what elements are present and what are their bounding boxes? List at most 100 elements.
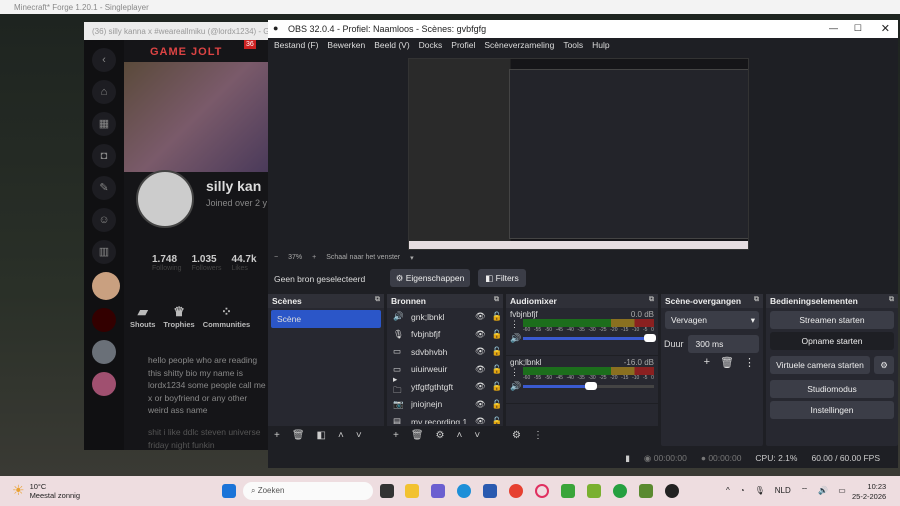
chrome-icon[interactable]	[509, 484, 523, 498]
teams-icon[interactable]	[431, 484, 445, 498]
chat-icon[interactable]: ☺	[92, 208, 116, 232]
home-icon[interactable]: ⌂	[92, 80, 116, 104]
gamejolt-icon[interactable]	[587, 484, 601, 498]
chevron-down-icon[interactable]: ▾	[410, 254, 414, 262]
float-icon[interactable]: ⧉	[494, 296, 499, 304]
scale-mode-select[interactable]: Schaal naar het venster	[326, 254, 400, 262]
edge-icon[interactable]	[457, 484, 471, 498]
scene-item[interactable]: Scène	[271, 310, 381, 328]
store-icon[interactable]	[483, 484, 497, 498]
more-icon[interactable]: ⋮	[533, 430, 543, 442]
virtual-camera-settings-icon[interactable]: ⚙	[874, 356, 894, 374]
trash-icon[interactable]: 🗑	[720, 356, 734, 369]
file-explorer-icon[interactable]	[405, 484, 419, 498]
tab-trophies[interactable]: ♛ Trophies	[163, 304, 194, 329]
eye-icon[interactable]: 👁	[475, 364, 486, 375]
lock-icon[interactable]: 🔓	[492, 381, 503, 392]
lock-icon[interactable]: 🔓	[492, 311, 503, 322]
chevron-up-icon[interactable]: ˄	[338, 430, 344, 442]
battery-icon[interactable]: ▭	[838, 486, 846, 496]
language-indicator[interactable]: NLD	[775, 486, 791, 496]
eye-icon[interactable]: 👁	[475, 416, 486, 424]
zoom-in-button[interactable]: +	[312, 254, 316, 262]
library-icon[interactable]: ▥	[92, 240, 116, 264]
community-avatar[interactable]	[92, 308, 116, 332]
lock-icon[interactable]: 🔓	[492, 416, 503, 424]
start-recording-button[interactable]: Opname starten	[770, 332, 894, 350]
stat-likes[interactable]: 44.7k Likes	[232, 254, 257, 272]
speaker-icon[interactable]: 🔊	[510, 381, 521, 392]
filters-button[interactable]: ◧ Filters	[478, 269, 526, 287]
add-icon[interactable]: +	[274, 430, 280, 442]
gamejolt-logo[interactable]: GAME JOLT	[150, 46, 222, 58]
advanced-audio-icon[interactable]: ⚙	[512, 430, 521, 442]
add-icon[interactable]: +	[704, 356, 710, 369]
back-icon[interactable]: ‹	[92, 48, 116, 72]
clock[interactable]: 10:23 25-2-2026	[852, 482, 886, 502]
eye-icon[interactable]: 👁	[475, 311, 486, 322]
stat-following[interactable]: 1.748 Following	[152, 254, 182, 272]
source-item[interactable]: 🎙 fvbjnbfjf 👁 🔓	[387, 326, 503, 344]
volume-icon[interactable]: 🔊	[818, 486, 828, 496]
speaker-icon[interactable]: 🔊	[510, 333, 521, 344]
eye-icon[interactable]: 👁	[475, 399, 486, 410]
transition-select[interactable]: Vervagen ▾	[665, 311, 759, 329]
properties-button[interactable]: ⚙ Eigenschappen	[390, 269, 470, 287]
community-avatar[interactable]	[92, 272, 120, 300]
menu-hulp[interactable]: Hulp	[592, 40, 609, 52]
preview-canvas[interactable]	[408, 58, 749, 250]
lock-icon[interactable]: 🔓	[492, 329, 503, 340]
source-item[interactable]: 🔊 gnk;lbnkl 👁 🔓	[387, 308, 503, 326]
start-icon[interactable]	[222, 484, 236, 498]
opera-icon[interactable]	[535, 484, 549, 498]
chevron-up-icon[interactable]: ^	[726, 486, 730, 496]
profile-avatar[interactable]	[136, 170, 194, 228]
more-icon[interactable]: ⋮	[510, 367, 520, 381]
tray-app-icon[interactable]: ◔	[740, 486, 745, 496]
source-item[interactable]: ▸ 🗀 ytfgtfgthtgft 👁 🔓	[387, 374, 503, 396]
float-icon[interactable]: ⧉	[375, 296, 380, 304]
menu-sceneverzameling[interactable]: Scèneverzameling	[484, 40, 554, 52]
chevron-down-icon[interactable]: ˅	[356, 430, 362, 442]
menu-beeld[interactable]: Beeld (V)	[374, 40, 409, 52]
eye-icon[interactable]: 👁	[475, 381, 486, 392]
minecraft-launcher-icon[interactable]	[561, 484, 575, 498]
stat-followers[interactable]: 1.035 Followers	[192, 254, 222, 272]
lock-icon[interactable]: 🔓	[492, 399, 503, 410]
weather-widget[interactable]: ☀ 10°C Meestal zonnig	[12, 482, 80, 500]
eye-icon[interactable]: 👁	[475, 346, 486, 357]
menu-profiel[interactable]: Profiel	[451, 40, 475, 52]
trash-icon[interactable]: 🗑	[411, 430, 424, 442]
start-streaming-button[interactable]: Streamen starten	[770, 311, 894, 329]
search-box[interactable]: ⌕ Zoeken	[243, 482, 373, 500]
source-item[interactable]: 📷 jniojnejn 👁 🔓	[387, 396, 503, 414]
filter-icon[interactable]: ◧	[317, 430, 326, 442]
menu-tools[interactable]: Tools	[563, 40, 583, 52]
obs-icon[interactable]	[665, 484, 679, 498]
lock-icon[interactable]: 🔓	[492, 364, 503, 375]
source-item[interactable]: ▭ sdvbhvbh 👁 🔓	[387, 343, 503, 361]
wifi-icon[interactable]: ⌔	[801, 486, 809, 496]
volume-slider[interactable]	[523, 382, 654, 390]
microphone-icon[interactable]: 🎙	[755, 486, 765, 496]
zoom-out-button[interactable]: −	[274, 254, 278, 262]
menu-bewerken[interactable]: Bewerken	[327, 40, 365, 52]
tab-shouts[interactable]: ▰ Shouts	[130, 304, 155, 329]
source-item[interactable]: ▤ my recording 1 👁 🔓	[387, 413, 503, 424]
lock-icon[interactable]: 🔓	[492, 346, 503, 357]
menu-docks[interactable]: Docks	[419, 40, 443, 52]
start-virtual-camera-button[interactable]: Virtuele camera starten	[770, 356, 870, 374]
task-view-icon[interactable]	[380, 484, 394, 498]
studio-mode-button[interactable]: Studiomodus	[770, 380, 894, 398]
whatsapp-icon[interactable]	[613, 484, 627, 498]
tab-communities[interactable]: ⁘ Communities	[203, 304, 251, 329]
close-icon[interactable]: ✕	[881, 22, 890, 35]
settings-button[interactable]: Instellingen	[770, 401, 894, 419]
gear-icon[interactable]: ⚙	[436, 430, 445, 442]
chevron-down-icon[interactable]: ˅	[474, 430, 480, 442]
minimize-icon[interactable]: —	[829, 23, 838, 33]
community-avatar[interactable]	[92, 372, 116, 396]
minecraft-icon[interactable]	[639, 484, 653, 498]
more-icon[interactable]: ⋮	[510, 319, 520, 333]
quest-icon[interactable]: ✎	[92, 176, 116, 200]
